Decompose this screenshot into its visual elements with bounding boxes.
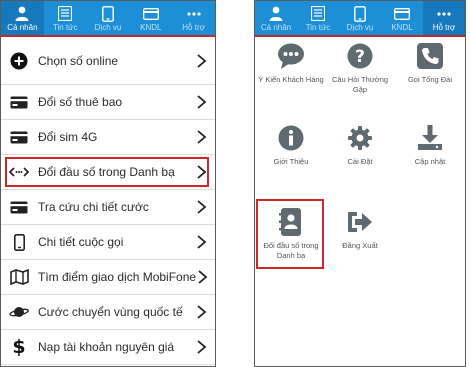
phone-icon [351,5,369,22]
right-phone-screen: Cá nhân Tin tức Dịch vụ KNDL Hỗ trợ Ý Ki… [254,0,466,367]
card-icon [9,92,29,112]
person-icon [13,5,31,22]
dollar-icon: $ [12,336,26,358]
grid-item-cap-nhat[interactable]: Cập nhật [395,123,465,167]
chevron-right-icon [197,235,207,249]
menu-item-doi-so-thue-bao[interactable]: Đổi số thuê bao [1,85,215,120]
tab-dich-vu[interactable]: Dịch vụ [339,1,381,37]
gear-icon [345,123,375,153]
service-menu-list: Chọn số online Đổi số thuê bao Đổi sim 4… [1,37,215,365]
tab-label: KNDL [391,23,413,32]
grid-item-doi-dau-so[interactable]: Đổi đầu số trong Danh bạ [256,199,326,269]
left-phone-screen: Cá nhân Tin tức Dịch vụ KNDL Hỗ trợ Chọn… [0,0,216,367]
menu-item-label: Đổi sim 4G [38,130,98,144]
tab-label: Tin tức [52,23,78,32]
chevron-right-icon [197,130,207,144]
tab-dich-vu[interactable]: Dịch vụ [87,1,130,37]
chat-bubble-icon [276,41,306,71]
chevron-right-icon [197,95,207,109]
tab-label: Hỗ trợ [432,23,456,32]
grid-item-dang-xuat[interactable]: Đăng Xuất [325,207,395,251]
more-icon [185,5,203,22]
question-icon: ? [345,41,375,71]
menu-item-label: Chọn số online [38,53,119,68]
tab-label: Cá nhân [7,23,38,32]
menu-item-cuoc-chuyen-vung[interactable]: Cước chuyển vùng quốc tế [1,295,215,330]
tab-label: Cá nhân [260,23,292,32]
menu-item-label: Đổi số thuê bao [38,95,123,109]
tab-ho-tro[interactable]: Hỗ trợ [423,1,465,37]
menu-item-label: Nạp tài khoản nguyên giá [38,340,175,354]
plus-circle-icon [9,51,29,71]
card-icon [142,5,160,22]
grid-item-label: Đổi đầu số trong Danh bạ [263,241,319,260]
call-icon [415,41,445,71]
grid-item-label: Cập nhật [414,157,446,166]
mobile-icon [9,232,29,252]
tab-ho-tro[interactable]: Hỗ trợ [172,1,215,37]
grid-item-label: Cài Đặt [347,157,373,166]
code-icon [9,162,29,182]
grid-item-y-kien-khach-hang[interactable]: Ý Kiến Khách Hàng [256,41,326,85]
chevron-right-icon [197,200,207,214]
left-tab-bar: Cá nhân Tin tức Dịch vụ KNDL Hỗ trợ [1,1,215,37]
grid-item-cau-hoi[interactable]: ? Câu Hỏi Thường Gặp [325,41,395,95]
grid-item-goi-tong-dai[interactable]: Gọi Tổng Đài [395,41,465,85]
grid-item-label: Đăng Xuất [342,241,378,250]
more-icon [435,5,453,22]
chevron-right-icon [197,340,207,354]
grid-item-label: Giới Thiệu [273,157,309,166]
menu-item-chon-so-online[interactable]: Chọn số online [1,37,215,85]
grid-item-label: Ý Kiến Khách Hàng [258,75,324,84]
svg-text:?: ? [355,47,365,67]
menu-item-tim-diem-giao-dich[interactable]: Tìm điểm giao dịch MobiFone [1,260,215,295]
menu-item-doi-dau-so[interactable]: Đổi đầu số trong Danh bạ [1,155,215,190]
tab-label: KNDL [140,23,162,32]
phone-icon [99,5,117,22]
logout-icon [345,207,375,237]
download-icon [415,123,445,153]
map-icon [9,267,29,287]
tab-ca-nhan[interactable]: Cá nhân [255,1,297,37]
tab-label: Dịch vụ [346,23,374,32]
info-icon [276,123,306,153]
card-icon [393,5,411,22]
tab-tin-tuc[interactable]: Tin tức [44,1,87,37]
menu-item-doi-sim-4g[interactable]: Đổi sim 4G [1,120,215,155]
menu-item-label: Tra cứu chi tiết cước [38,200,149,214]
tab-label: Dịch vụ [94,23,122,32]
contacts-icon [276,207,306,237]
right-tab-bar: Cá nhân Tin tức Dịch vụ KNDL Hỗ trợ [255,1,465,37]
chevron-right-icon [198,270,208,284]
menu-item-nap-tai-khoan[interactable]: $ Nạp tài khoản nguyên giá [1,330,215,365]
menu-item-chi-tiet-cuoc-goi[interactable]: Chi tiết cuộc gọi [1,225,215,260]
menu-item-label: Tìm điểm giao dịch MobiFone [38,270,197,284]
tab-tin-tuc[interactable]: Tin tức [297,1,339,37]
menu-item-label: Đổi đầu số trong Danh bạ [38,165,175,179]
tab-kndl[interactable]: KNDL [381,1,423,37]
tab-label: Hỗ trợ [182,23,205,32]
news-icon [56,5,74,22]
person-icon [267,5,285,22]
news-icon [309,5,327,22]
tab-ca-nhan[interactable]: Cá nhân [1,1,44,37]
chevron-right-icon [197,53,207,68]
menu-item-label: Chi tiết cuộc gọi [38,235,124,249]
grid-item-label: Câu Hỏi Thường Gặp [331,75,389,94]
planet-icon [9,302,29,322]
tab-label: Tin tức [305,23,331,32]
card-icon [9,197,29,217]
chevron-right-icon [197,165,207,179]
tab-kndl[interactable]: KNDL [129,1,172,37]
grid-item-cai-dat[interactable]: Cài Đặt [325,123,395,167]
menu-item-label: Cước chuyển vùng quốc tế [38,305,183,319]
card-icon [9,127,29,147]
chevron-right-icon [197,305,207,319]
menu-item-tra-cuu-cuoc[interactable]: Tra cứu chi tiết cước [1,190,215,225]
grid-item-label: Gọi Tổng Đài [407,75,453,84]
grid-item-gioi-thieu[interactable]: Giới Thiệu [256,123,326,167]
